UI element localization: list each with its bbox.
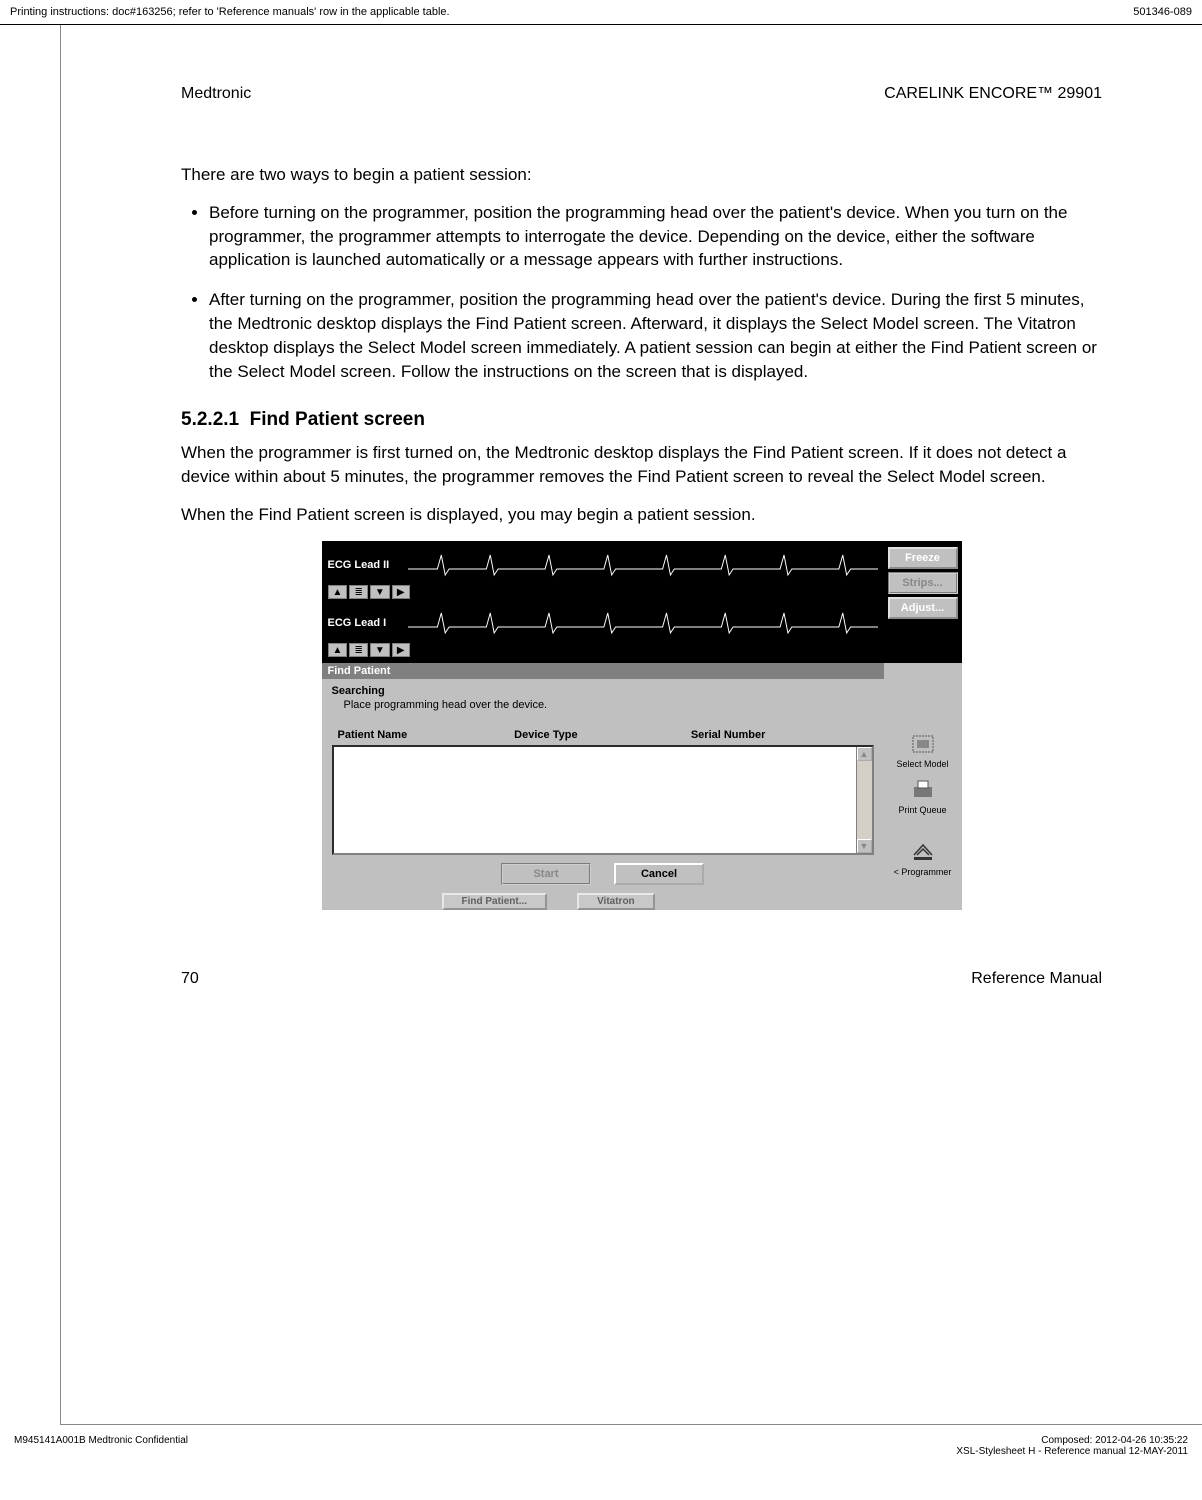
tab-find-patient[interactable]: Find Patient... [442,893,548,910]
print-instructions: Printing instructions: doc#163256; refer… [10,6,450,18]
footer-left: M945141A001B Medtronic Confidential [14,1435,188,1457]
cancel-button[interactable]: Cancel [614,863,704,885]
section-number: 5.2.2.1 [181,409,239,430]
select-model-label: Select Model [888,759,958,769]
product-name: CARELINK ENCORE™ 29901 [884,85,1102,103]
select-model-shortcut[interactable]: Select Model [888,731,958,769]
ecg-lead-1-label: ECG Lead I [328,617,408,629]
find-patient-screenshot: ECG Lead II ▲ ≣ ▼ ▶ ECG Lead I [322,541,962,910]
scroll-down-icon[interactable]: ▼ [857,839,872,853]
doc-number: 501346-089 [1133,6,1192,18]
printer-icon [908,777,938,803]
bullet-1: Before turning on the programmer, positi… [209,201,1102,272]
tab-vitatron[interactable]: Vitatron [577,893,655,910]
bullet-2: After turning on the programmer, positio… [209,288,1102,383]
ecg1-up-button[interactable]: ▲ [328,585,348,599]
print-queue-label: Print Queue [888,805,958,815]
programmer-shortcut[interactable]: < Programmer [888,839,958,877]
ecg1-list-button[interactable]: ≣ [349,585,367,599]
ecg-lead-2-label: ECG Lead II [328,559,408,571]
ecg1-down-button[interactable]: ▼ [370,585,390,599]
col-device-type: Device Type [514,729,691,741]
ecg2-right-button[interactable]: ▶ [392,643,410,657]
adjust-button[interactable]: Adjust... [888,597,958,619]
dialog-title: Find Patient [322,663,884,679]
footer-stylesheet: XSL-Stylesheet H - Reference manual 12-M… [956,1446,1188,1457]
ecg1-right-button[interactable]: ▶ [392,585,410,599]
dialog-status-heading: Searching [332,685,874,697]
programmer-icon [908,839,938,865]
footer-composed: Composed: 2012-04-26 10:35:22 [956,1435,1188,1446]
reference-manual-label: Reference Manual [971,970,1102,988]
col-serial-number: Serial Number [691,729,868,741]
para-1: When the programmer is first turned on, … [181,441,1102,489]
page-number: 70 [181,970,199,988]
para-2: When the Find Patient screen is displaye… [181,503,1102,527]
scroll-up-icon[interactable]: ▲ [857,747,872,761]
intro-text: There are two ways to begin a patient se… [181,163,1102,187]
brand-name: Medtronic [181,85,251,103]
ecg2-up-button[interactable]: ▲ [328,643,348,657]
col-patient-name: Patient Name [338,729,515,741]
ecg2-list-button[interactable]: ≣ [349,643,367,657]
dialog-instruction: Place programming head over the device. [344,699,874,711]
ecg-lead-1-waveform [408,605,878,641]
ecg-lead-2-waveform [408,547,878,583]
freeze-button[interactable]: Freeze [888,547,958,569]
print-queue-shortcut[interactable]: Print Queue [888,777,958,815]
ecg2-down-button[interactable]: ▼ [370,643,390,657]
start-button[interactable]: Start [501,863,591,885]
list-scrollbar[interactable]: ▲ ▼ [856,747,872,853]
strips-button[interactable]: Strips... [888,572,958,594]
section-title: Find Patient screen [250,409,425,430]
programmer-label: < Programmer [888,867,958,877]
patient-list[interactable]: ▲ ▼ [332,745,874,855]
select-model-icon [908,731,938,757]
